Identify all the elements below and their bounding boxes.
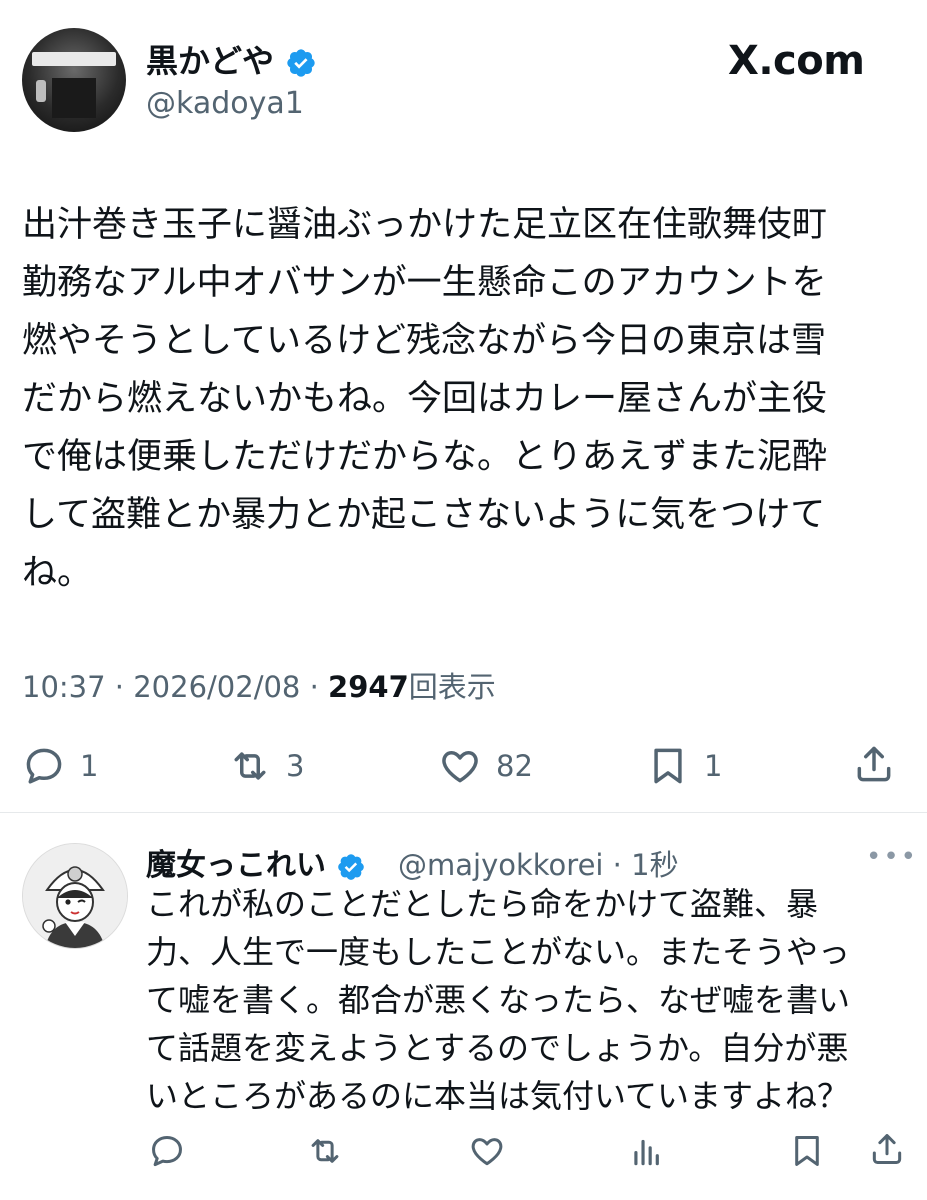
tweet-date[interactable]: 2026/02/08 bbox=[133, 670, 300, 704]
bookmark-count: 1 bbox=[704, 749, 723, 783]
heart-icon bbox=[442, 751, 478, 783]
like-button[interactable]: 82 bbox=[438, 744, 533, 788]
display-name[interactable]: 黒かどや bbox=[146, 36, 317, 82]
analytics-icon bbox=[634, 1139, 659, 1166]
like-count: 82 bbox=[496, 749, 533, 783]
reply-retweet-button[interactable] bbox=[306, 1132, 344, 1174]
more-options-icon[interactable]: ••• bbox=[866, 842, 918, 872]
reply-bookmark-button[interactable] bbox=[788, 1132, 826, 1174]
meta-separator: · bbox=[114, 670, 125, 704]
reply-handle-meta[interactable]: @majyokkorei · 1秒 bbox=[398, 842, 679, 884]
share-icon bbox=[857, 746, 891, 782]
bookmark-icon bbox=[654, 748, 682, 784]
avatar-door-graphic bbox=[52, 78, 96, 118]
verified-badge-icon bbox=[287, 49, 315, 77]
reply-icon bbox=[152, 1136, 182, 1167]
reply-like-button[interactable] bbox=[468, 1132, 506, 1174]
reply-icon bbox=[26, 748, 62, 784]
retweet-count: 3 bbox=[286, 749, 305, 783]
display-name-text: 黒かどや bbox=[146, 42, 275, 80]
avatar-lamp-graphic bbox=[36, 80, 46, 102]
reply-share-button[interactable] bbox=[868, 1130, 906, 1172]
reply-reply-button[interactable] bbox=[148, 1132, 186, 1174]
retweet-icon bbox=[234, 752, 266, 780]
avatar[interactable] bbox=[22, 28, 126, 132]
tweet-text: 出汁巻き玉子に醤油ぶっかけた足立区在住歌舞伎町 勤務なアル中オバサンが一生懸命こ… bbox=[22, 205, 828, 593]
handle[interactable]: @kadoya1 bbox=[146, 86, 304, 121]
reply-analytics-button[interactable] bbox=[628, 1132, 666, 1174]
tweet-meta: 10:37 · 2026/02/08 · 2947回表示 bbox=[22, 664, 496, 706]
avatar-sign-graphic bbox=[32, 52, 116, 66]
reply-button[interactable]: 1 bbox=[22, 744, 98, 788]
bookmark-icon bbox=[795, 1136, 819, 1166]
reply-display-name-text: 魔女っこれい bbox=[146, 848, 326, 883]
retweet-button[interactable]: 3 bbox=[228, 744, 304, 788]
view-count: 2947 bbox=[328, 670, 409, 704]
verified-badge-icon bbox=[338, 853, 365, 880]
meta-separator: · bbox=[309, 670, 319, 704]
x-logo: X.com bbox=[728, 38, 865, 84]
share-button[interactable] bbox=[852, 742, 896, 786]
heart-icon bbox=[471, 1138, 503, 1166]
share-icon bbox=[872, 1134, 902, 1164]
reply-display-name[interactable]: 魔女っこれい bbox=[146, 840, 366, 884]
bookmark-button[interactable]: 1 bbox=[646, 744, 722, 788]
view-count-label: 回表示 bbox=[408, 670, 496, 704]
reply-avatar-illustration bbox=[23, 844, 127, 948]
retweet-icon bbox=[311, 1139, 339, 1163]
reply-count: 1 bbox=[80, 749, 99, 783]
reply-text: これが私のことだとしたら命をかけて盗難、暴 力、人生で一度もしたことがない。また… bbox=[146, 885, 851, 1115]
reply-avatar[interactable] bbox=[22, 843, 128, 949]
divider bbox=[0, 812, 927, 813]
tweet-time[interactable]: 10:37 bbox=[22, 670, 106, 704]
